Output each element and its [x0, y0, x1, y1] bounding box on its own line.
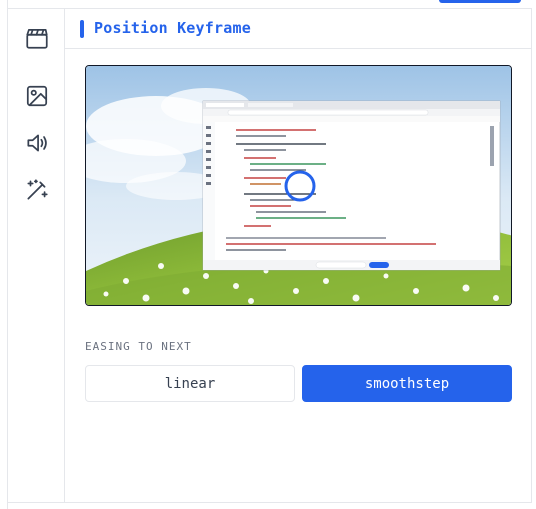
left-edge-strip [0, 0, 8, 509]
app-frame: Position Keyframe EASING TO NEXT linear … [0, 0, 536, 509]
rail-button-audio[interactable] [22, 128, 52, 158]
speaker-icon [27, 134, 47, 152]
easing-linear-button[interactable]: linear [85, 365, 295, 402]
magic-wand-icon [27, 179, 48, 200]
image-icon [26, 85, 48, 107]
panel-header: Position Keyframe [65, 9, 531, 49]
rail-button-scenes[interactable] [22, 23, 52, 53]
panel-title: Position Keyframe [94, 19, 251, 37]
keyframe-panel: Position Keyframe EASING TO NEXT linear … [65, 9, 531, 502]
bottom-divider [8, 502, 532, 503]
right-divider [531, 8, 532, 503]
preview-frame-image [86, 66, 511, 305]
title-accent-bar [80, 20, 84, 38]
icon-rail [9, 9, 65, 502]
rail-button-media[interactable] [22, 81, 52, 111]
easing-section-label: EASING TO NEXT [85, 340, 192, 353]
keyframe-preview[interactable] [85, 65, 512, 306]
clapperboard-icon [26, 29, 48, 49]
easing-smoothstep-button[interactable]: smoothstep [302, 365, 512, 402]
top-action-button[interactable] [439, 0, 521, 3]
rail-button-effects[interactable] [22, 175, 52, 205]
